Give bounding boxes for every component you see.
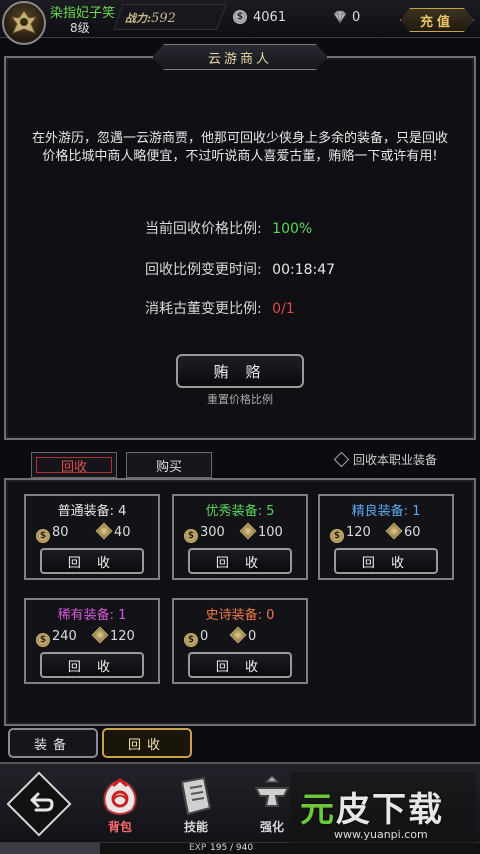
only-class-label: 回收本职业装备 xyxy=(353,453,438,467)
card-rare-diamonds: 120 xyxy=(91,626,135,644)
antique-cost-row: 消耗古董变更比例: 0/1 xyxy=(145,298,295,318)
card-rare: 稀有装备: 1 $240 120 回 收 xyxy=(24,598,160,684)
watermark-text: 元皮下载 xyxy=(300,782,444,831)
nav-bag[interactable]: 背包 xyxy=(90,772,150,842)
card-epic-title: 史诗装备: 0 xyxy=(205,608,275,623)
diamond-coin-icon xyxy=(239,522,257,540)
ratio-change-time-value: 00:18:47 xyxy=(272,262,336,278)
card-common: 普通装备: 4 $80 40 回 收 xyxy=(24,494,160,580)
checkbox-diamond-icon xyxy=(333,451,350,468)
exp-bar-fill xyxy=(0,843,100,854)
recycle-rare-button[interactable]: 回 收 xyxy=(40,652,144,678)
gem-value: 0 xyxy=(352,10,361,25)
card-common-title: 普通装备: 4 xyxy=(57,504,127,519)
power-label: 战力: xyxy=(125,12,152,25)
nav-bag-label: 背包 xyxy=(107,820,132,834)
ratio-change-time-label: 回收比例变更时间: xyxy=(145,262,262,278)
card-fine-diamonds: 60 xyxy=(385,522,421,540)
card-excellent-diamonds: 100 xyxy=(239,522,283,540)
diamond-coin-icon xyxy=(95,522,113,540)
exp-label: EXP xyxy=(189,843,207,853)
watermark-url: www.yuanpi.com xyxy=(334,828,428,841)
silver-coin-icon: $ xyxy=(233,10,247,24)
recharge-button[interactable]: 充值 xyxy=(400,8,474,32)
mode-equip-button[interactable]: 装备 xyxy=(8,728,98,758)
antique-cost-label: 消耗古董变更比例: xyxy=(145,301,262,317)
watermark-text-green: 元 xyxy=(300,790,336,830)
card-common-diamonds: 40 xyxy=(95,522,131,540)
tab-recycle[interactable]: 回收 xyxy=(31,452,117,478)
diamond-value: 0 xyxy=(248,629,257,644)
card-fine: 精良装备: 1 $120 60 回 收 xyxy=(318,494,454,580)
recycle-excellent-button[interactable]: 回 收 xyxy=(188,548,292,574)
coin-icon: $ xyxy=(36,633,50,647)
only-class-checkbox[interactable]: 回收本职业装备 xyxy=(333,451,438,468)
exp-value: 195 / 940 xyxy=(210,843,254,853)
silver-value: 4061 xyxy=(253,10,287,25)
mode-recycle-button[interactable]: 回收 xyxy=(102,728,192,758)
gem-icon xyxy=(333,10,347,24)
coin-value: 80 xyxy=(52,525,69,540)
diamond-coin-icon xyxy=(229,626,247,644)
player-avatar[interactable] xyxy=(2,1,46,45)
back-arrow-icon xyxy=(30,792,54,812)
recycle-ratio-value: 100% xyxy=(272,221,313,237)
nav-skill-label: 技能 xyxy=(183,820,208,834)
diamond-value: 40 xyxy=(114,525,131,540)
tab-buy[interactable]: 购买 xyxy=(126,452,212,478)
recycle-fine-button[interactable]: 回 收 xyxy=(334,548,438,574)
antique-cost-value: 0/1 xyxy=(272,301,295,317)
player-level: 8级 xyxy=(70,21,90,35)
card-epic-coins: $0 xyxy=(184,629,208,647)
ratio-change-time-row: 回收比例变更时间: 00:18:47 xyxy=(145,259,335,279)
skill-book-icon xyxy=(180,776,212,816)
coin-value: 0 xyxy=(200,629,209,644)
coin-icon: $ xyxy=(184,529,198,543)
card-rare-coins: $240 xyxy=(36,629,77,647)
coin-icon: $ xyxy=(330,529,344,543)
diamond-value: 120 xyxy=(110,629,135,644)
merchant-title: 云游商人 xyxy=(152,44,328,70)
card-epic: 史诗装备: 0 $0 0 回 收 xyxy=(172,598,308,684)
watermark-text-white: 皮下载 xyxy=(336,790,444,830)
card-epic-diamonds: 0 xyxy=(229,626,257,644)
coin-icon: $ xyxy=(184,633,198,647)
card-excellent-title: 优秀装备: 5 xyxy=(205,504,275,519)
recycle-epic-button[interactable]: 回 收 xyxy=(188,652,292,678)
card-excellent: 优秀装备: 5 $300 100 回 收 xyxy=(172,494,308,580)
coin-value: 120 xyxy=(346,525,371,540)
card-common-coins: $80 xyxy=(36,525,69,543)
nav-skill[interactable]: 技能 xyxy=(166,772,226,842)
card-excellent-coins: $300 xyxy=(184,525,225,543)
card-fine-title: 精良装备: 1 xyxy=(351,504,421,519)
power-value: 592 xyxy=(151,11,176,26)
card-rare-title: 稀有装备: 1 xyxy=(57,608,127,623)
recycle-common-button[interactable]: 回 收 xyxy=(40,548,144,574)
diamond-coin-icon xyxy=(385,522,403,540)
diamond-coin-icon xyxy=(91,626,109,644)
coin-value: 240 xyxy=(52,629,77,644)
recycle-ratio-label: 当前回收价格比例: xyxy=(145,221,262,237)
diamond-value: 60 xyxy=(404,525,421,540)
tab-buy-label: 购买 xyxy=(155,459,182,475)
diamond-value: 100 xyxy=(258,525,283,540)
coin-icon: $ xyxy=(36,529,50,543)
bag-icon xyxy=(103,778,137,815)
recycle-ratio-row: 当前回收价格比例: 100% xyxy=(145,218,312,238)
bribe-button[interactable]: 贿 赂 xyxy=(176,354,304,388)
avatar-emblem-icon xyxy=(10,10,38,34)
merchant-description: 在外游历，忽遇一云游商贾，他那可回收少侠身上多余的装备，只是回收价格比城中商人略… xyxy=(31,131,448,164)
coin-value: 300 xyxy=(200,525,225,540)
combat-power: 战力:592 xyxy=(125,10,176,26)
anvil-icon xyxy=(254,774,290,807)
tab-recycle-label: 回收 xyxy=(60,459,87,475)
bribe-subtitle: 重置价格比例 xyxy=(207,393,273,406)
card-fine-coins: $120 xyxy=(330,525,371,543)
